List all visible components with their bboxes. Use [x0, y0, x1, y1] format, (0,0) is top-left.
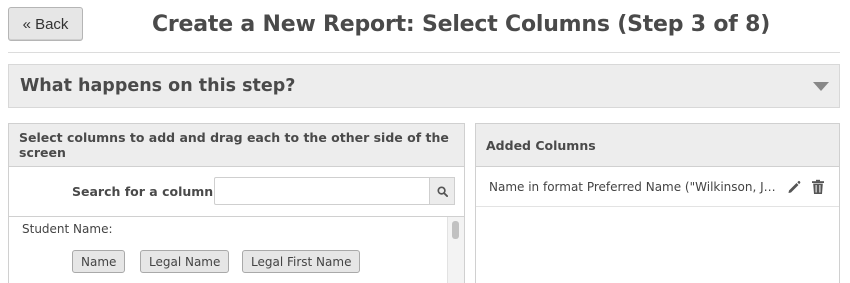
available-columns-header: Select columns to add and drag each to t…: [9, 124, 464, 167]
page-title: Create a New Report: Select Columns (Ste…: [151, 12, 771, 37]
search-button[interactable]: [429, 177, 455, 205]
column-list-scrollbar[interactable]: [447, 217, 464, 283]
search-label: Search for a column:: [72, 184, 219, 199]
added-column-label: Name in format Preferred Name ("Wilkinso…: [489, 180, 777, 194]
help-accordion[interactable]: What happens on this step?: [8, 64, 840, 108]
scrollbar-thumb[interactable]: [452, 221, 459, 239]
added-columns-panel: Added Columns Name in format Preferred N…: [475, 123, 840, 283]
column-chip-legal-first-name[interactable]: Legal First Name: [242, 250, 361, 273]
search-icon: [436, 185, 448, 197]
column-search-row: Search for a column:: [9, 167, 464, 217]
back-button[interactable]: « Back: [8, 7, 83, 41]
available-columns-panel: Select columns to add and drag each to t…: [8, 123, 465, 283]
chevron-down-icon[interactable]: [813, 82, 829, 91]
divider: [8, 52, 840, 53]
column-list: Student Name: Name Legal Name Legal Firs…: [9, 217, 464, 283]
pencil-icon[interactable]: [786, 179, 802, 195]
column-search-input[interactable]: [214, 177, 430, 205]
added-column-row[interactable]: Name in format Preferred Name ("Wilkinso…: [476, 167, 839, 207]
trash-icon[interactable]: [811, 179, 825, 195]
accordion-title: What happens on this step?: [20, 76, 296, 96]
column-chip-name[interactable]: Name: [72, 250, 126, 273]
column-chip-legal-name[interactable]: Legal Name: [140, 250, 230, 273]
added-columns-header: Added Columns: [476, 124, 839, 167]
group-label-student-name: Student Name:: [22, 222, 113, 236]
